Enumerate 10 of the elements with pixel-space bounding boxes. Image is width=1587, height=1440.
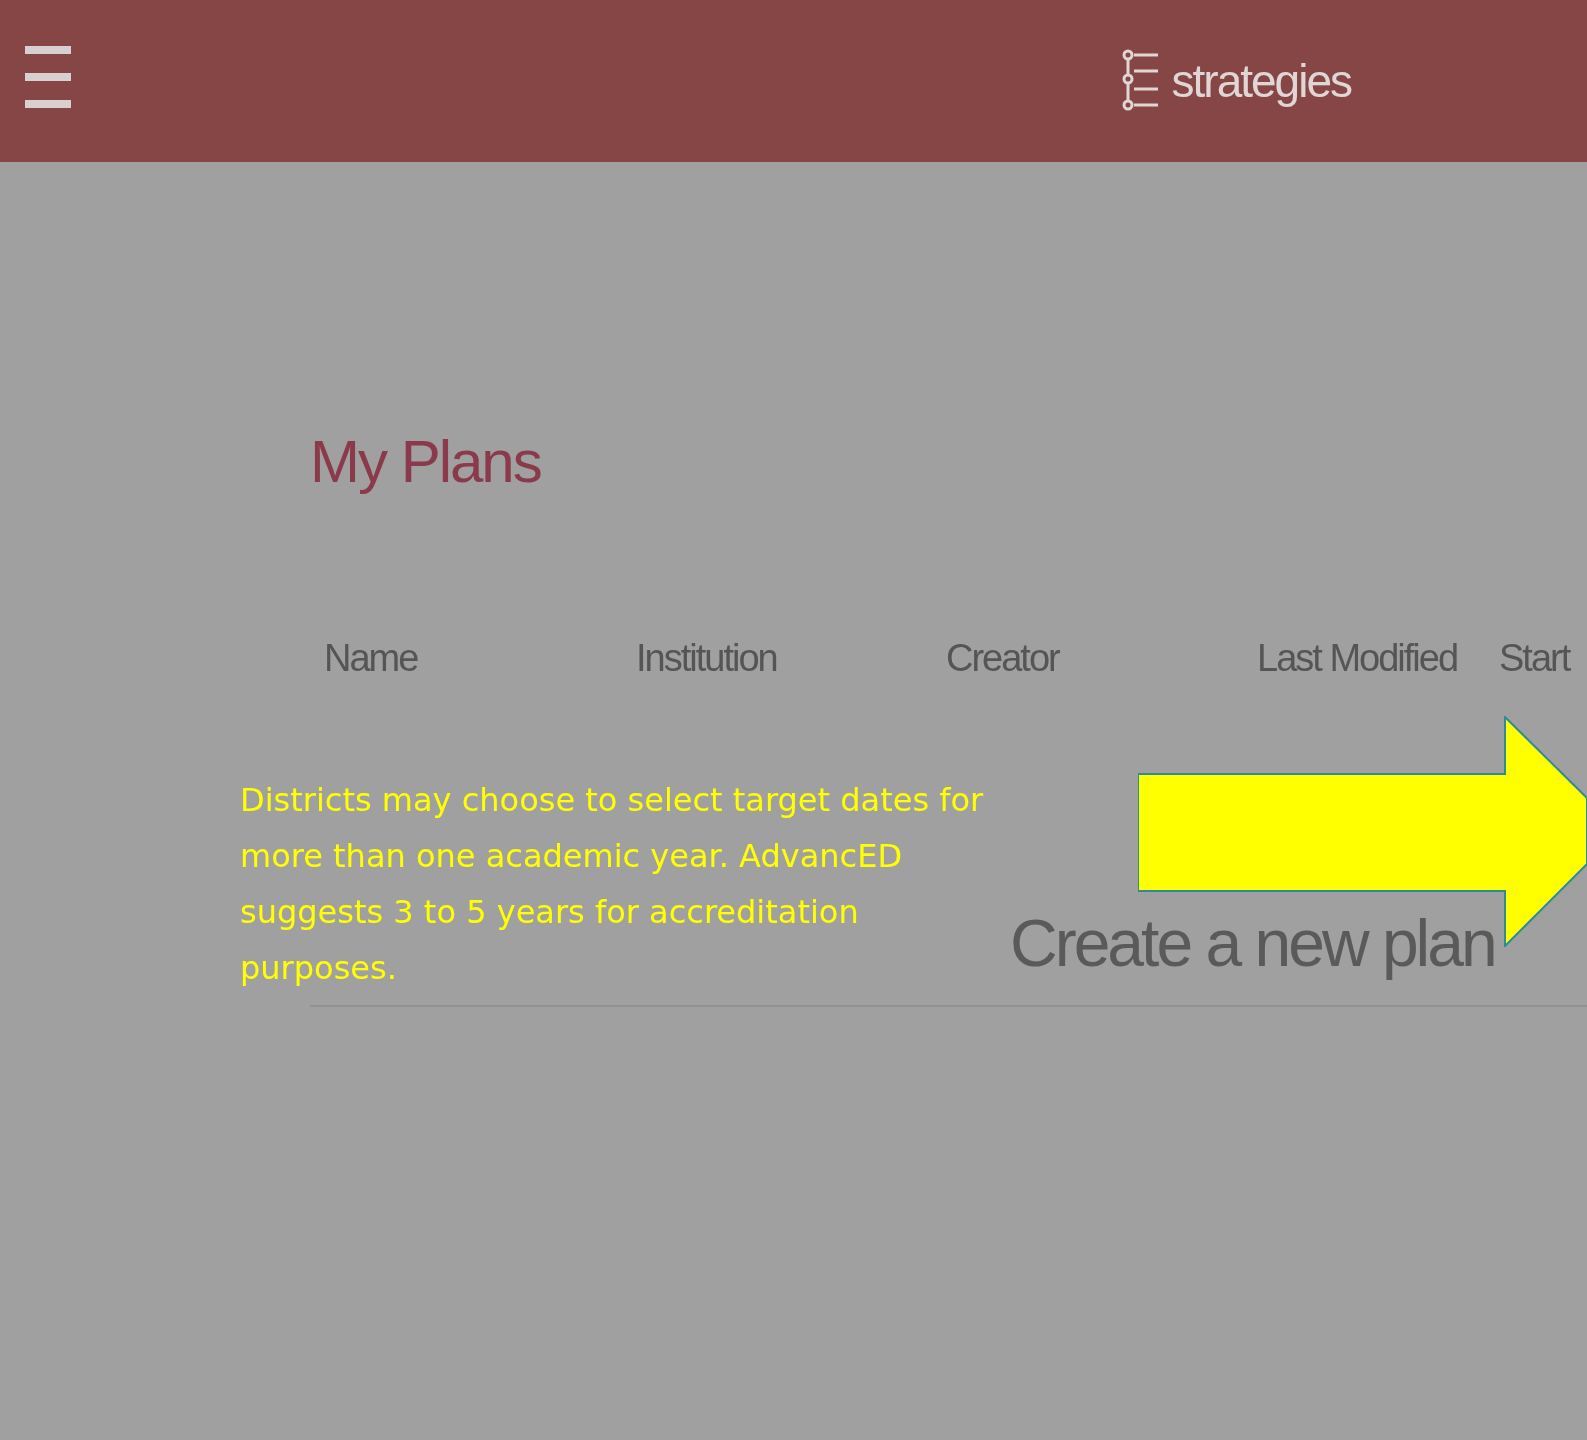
column-header[interactable]: Creator (946, 637, 1257, 680)
column-header[interactable]: Last Modified (1257, 637, 1499, 680)
menu-icon[interactable] (25, 44, 71, 110)
column-header[interactable]: Start (1499, 637, 1570, 680)
brand-name: strategies (1171, 54, 1351, 108)
column-header[interactable]: Name (324, 637, 636, 680)
page-title: My Plans (310, 432, 542, 492)
callout-text: Districts may choose to select target dates for more than one academic year. AdvancED suggests 3 to 5 years for accreditation purposes. (240, 780, 985, 989)
list-icon (1121, 49, 1160, 113)
column-header[interactable]: Institution (636, 637, 946, 680)
